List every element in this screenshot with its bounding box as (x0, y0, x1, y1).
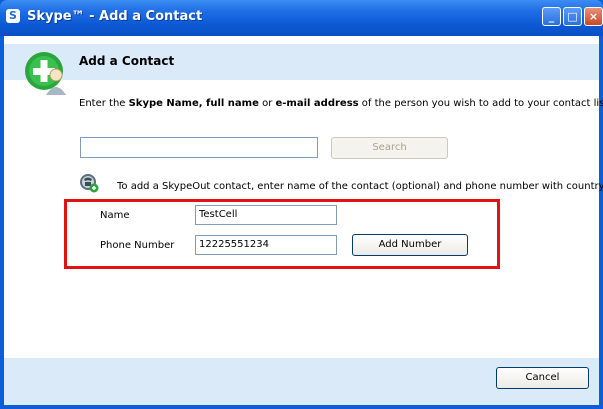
search-button[interactable]: Search (331, 137, 448, 159)
instructions-skype-name: Skype Name, full name (128, 98, 259, 109)
skype-logo-icon: S (6, 9, 20, 23)
instructions-prefix: Enter the (79, 98, 129, 109)
add-contact-icon (25, 52, 66, 95)
header-band: Add a Contact (4, 44, 599, 80)
cancel-button[interactable]: Cancel (496, 367, 589, 389)
instructions-middle: or (258, 98, 276, 109)
page-title: Add a Contact (79, 54, 175, 68)
name-input[interactable]: TestCell (195, 205, 337, 225)
app-window: S Skype™ - Add a Contact _ □ × Add a Con… (0, 0, 603, 409)
name-label: Name (100, 210, 130, 221)
instructions-suffix: of the person you wish to add to your co… (358, 98, 603, 109)
window-title: Skype™ - Add a Contact (27, 9, 203, 24)
dialog-body: Add a Contact Enter the Skype Name, full… (4, 36, 603, 405)
phone-number-label: Phone Number (100, 240, 175, 251)
title-bar[interactable]: S Skype™ - Add a Contact _ □ × (0, 0, 603, 36)
footer-band: Cancel (4, 358, 599, 405)
add-number-button[interactable]: Add Number (352, 234, 468, 256)
search-input[interactable] (80, 137, 318, 158)
close-button[interactable]: × (584, 7, 603, 26)
skypeout-instructions: To add a SkypeOut contact, enter name of… (117, 181, 603, 192)
instructions-text: Enter the Skype Name, full name or e-mai… (79, 97, 603, 110)
skypeout-phone-icon (80, 174, 99, 193)
phone-number-input[interactable]: 12225551234 (195, 235, 337, 255)
instructions-email: e-mail address (275, 98, 359, 109)
maximize-button[interactable]: □ (563, 7, 582, 26)
minimize-button[interactable]: _ (542, 7, 561, 26)
